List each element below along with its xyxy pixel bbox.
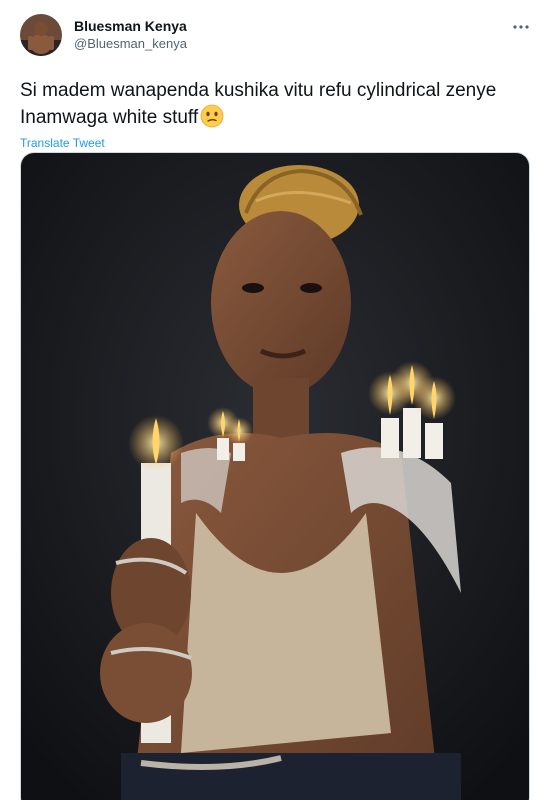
author-names: Bluesman Kenya @Bluesman_kenya [74, 17, 187, 53]
more-options-button[interactable] [510, 16, 532, 38]
more-horizontal-icon [513, 25, 529, 29]
author-display-name[interactable]: Bluesman Kenya [74, 17, 187, 35]
tweet-text: Si madem wanapenda kushika vitu refu cyl… [20, 78, 540, 131]
author-handle[interactable]: @Bluesman_kenya [74, 35, 187, 53]
avatar[interactable] [20, 14, 62, 56]
tweet-photo[interactable] [20, 152, 530, 800]
photo-illustration [21, 153, 529, 800]
tweet-card: Bluesman Kenya @Bluesman_kenya Si madem … [0, 0, 552, 800]
translate-tweet-link[interactable]: Translate Tweet [20, 136, 532, 150]
tweet-header: Bluesman Kenya @Bluesman_kenya [20, 14, 532, 62]
tweet-text-body: Si madem wanapenda kushika vitu refu cyl… [20, 80, 497, 128]
confused-face-emoji-icon [200, 104, 224, 128]
avatar-photo-icon [20, 14, 62, 56]
